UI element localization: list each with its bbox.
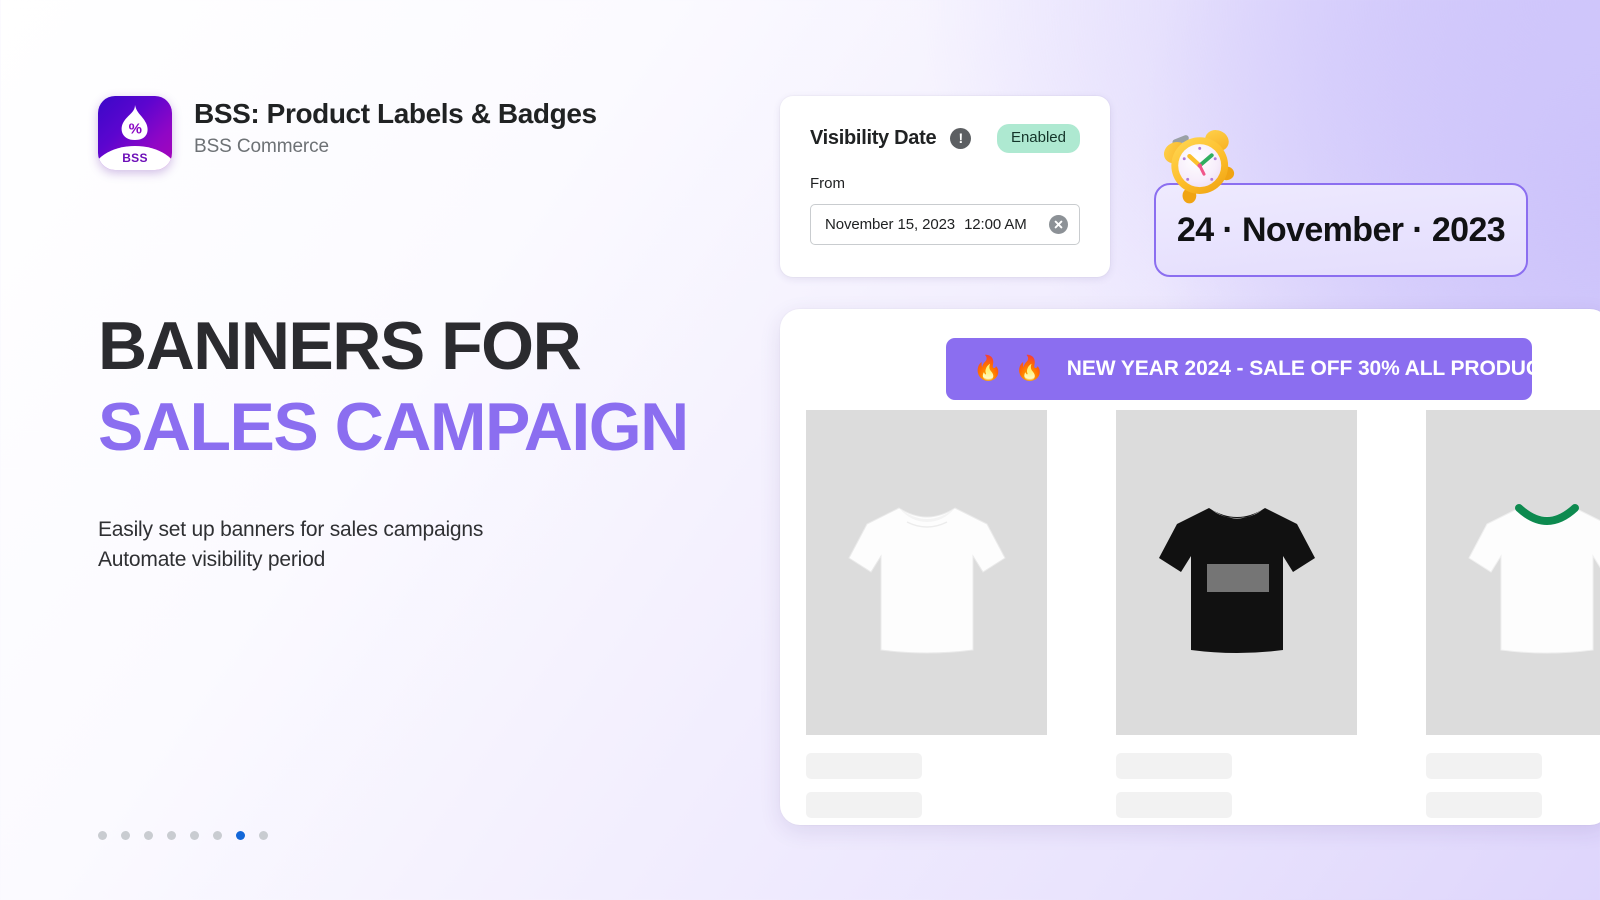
hero-headline-line1: BANNERS FOR — [98, 308, 582, 384]
status-badge: Enabled — [996, 124, 1080, 153]
pagination-dot[interactable] — [259, 831, 268, 840]
product-placeholder-line — [1426, 792, 1542, 818]
product-image-white-green-collar-tshirt — [1426, 410, 1600, 735]
pagination-dot[interactable] — [98, 831, 107, 840]
product-item[interactable] — [1426, 410, 1600, 818]
product-item[interactable] — [806, 410, 1047, 818]
pagination-dot[interactable] — [213, 831, 222, 840]
black-tshirt-icon — [1158, 508, 1315, 654]
hero-subtext-line1: Easily set up banners for sales campaign… — [98, 517, 484, 541]
promo-banner-text: NEW YEAR 2024 - SALE OFF 30% ALL PRODUCT — [1066, 357, 1554, 380]
visibility-date-card: Visibility Date ! Enabled From November … — [780, 96, 1110, 277]
app-vendor: BSS Commerce — [194, 136, 330, 158]
product-placeholder-line — [1116, 792, 1232, 818]
hero-subtext: Easily set up banners for sales campaign… — [98, 515, 798, 576]
pagination-dot[interactable] — [190, 831, 199, 840]
from-label: From — [810, 174, 845, 192]
white-tshirt-icon — [847, 507, 1006, 654]
fire-icon-left: 🔥 — [973, 355, 1003, 382]
hero-subtext-line2: Automate visibility period — [98, 548, 326, 572]
from-date-value: November 15, 2023 — [825, 215, 956, 233]
hero-headline-line2: SALES CAMPAIGN — [98, 389, 689, 466]
product-placeholder-line — [806, 753, 922, 779]
app-title-group: BSS: Product Labels & Badges BSS Commerc… — [194, 96, 597, 158]
pagination-dot[interactable] — [121, 831, 130, 840]
product-grid — [806, 410, 1600, 818]
pagination-dot-active[interactable] — [236, 831, 245, 840]
product-placeholder-line — [806, 792, 922, 818]
from-date-input[interactable]: November 15, 2023 12:00 AM — [810, 203, 1080, 245]
product-image-black-tshirt — [1116, 410, 1357, 735]
hero-section: BANNERS FOR SALES CAMPAIGN Easily set up… — [98, 308, 798, 576]
app-logo: % BSS — [98, 96, 172, 170]
app-header: % BSS BSS: Product Labels & Badges BSS C… — [98, 96, 597, 170]
logo-brand-mark: BSS — [122, 151, 148, 165]
alarm-clock-icon — [1163, 130, 1235, 204]
product-item[interactable] — [1116, 410, 1357, 818]
visibility-card-header: Visibility Date ! Enabled — [810, 124, 1080, 153]
carousel-pagination[interactable] — [98, 831, 268, 840]
product-placeholder-line — [1426, 753, 1542, 779]
visibility-date-title: Visibility Date — [810, 126, 937, 149]
pagination-dot[interactable] — [167, 831, 176, 840]
promo-banner[interactable]: 🔥 🔥 NEW YEAR 2024 - SALE OFF 30% ALL PRO… — [946, 338, 1554, 400]
close-x-glyph — [1054, 220, 1063, 229]
fire-icon-right: 🔥 — [1014, 355, 1045, 382]
date-chip-text: 24 · November · 2023 — [1176, 210, 1506, 249]
white-green-collar-tshirt-icon — [1467, 504, 1600, 654]
info-exclamation-icon[interactable]: ! — [950, 127, 972, 149]
app-title: BSS: Product Labels & Badges — [194, 98, 597, 129]
logo-percent: % — [128, 120, 142, 138]
pagination-dot[interactable] — [144, 831, 153, 840]
clear-circle-icon[interactable] — [1049, 214, 1068, 234]
product-preview-card: 🔥 🔥 NEW YEAR 2024 - SALE OFF 30% ALL PRO… — [780, 309, 1600, 825]
product-placeholder-line — [1116, 753, 1232, 779]
from-time-value: 12:00 AM — [964, 215, 1027, 233]
product-image-white-tshirt — [806, 410, 1047, 735]
